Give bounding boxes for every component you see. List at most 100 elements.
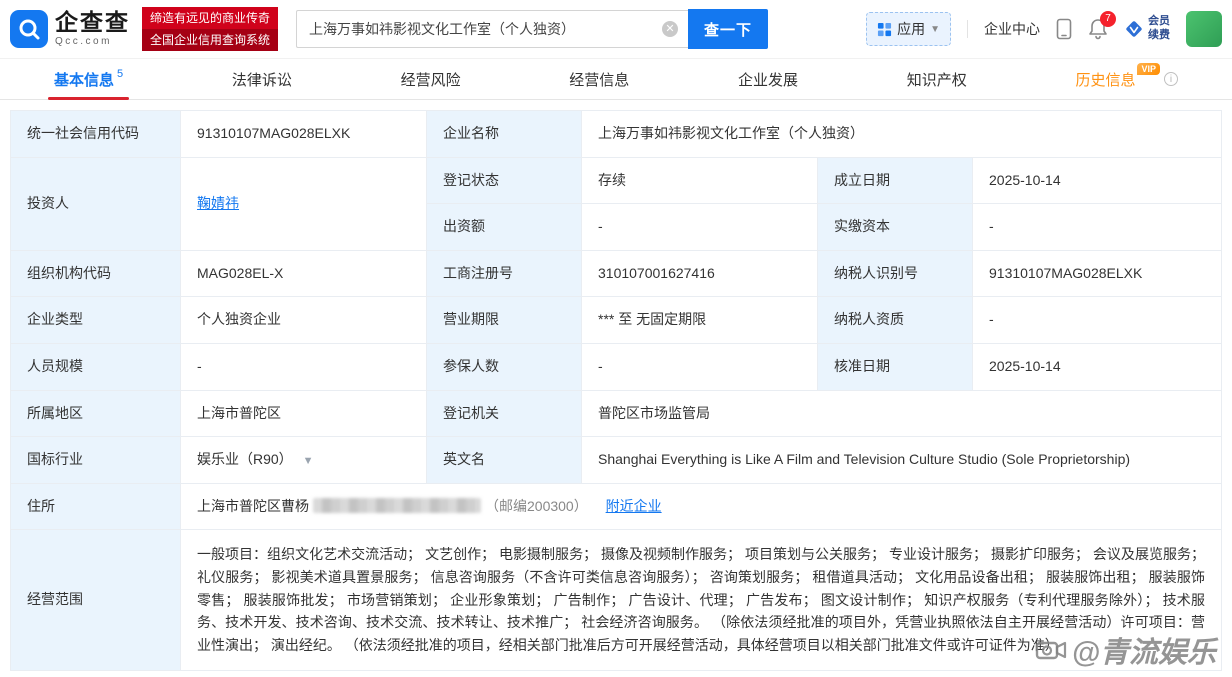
table-row: 统一社会信用代码 91310107MAG028ELXK 企业名称 上海万事如祎影… xyxy=(10,110,1222,158)
paid-capital-value: - xyxy=(972,203,1222,251)
search-input[interactable] xyxy=(296,10,689,48)
qcc-logo-icon xyxy=(10,10,48,48)
section-tabs: 基本信息 5 法律诉讼 经营风险 经营信息 企业发展 知识产权 历史信息 VIP… xyxy=(0,58,1232,100)
brand-slogan: 缔造有远见的商业传奇 全国企业信用查询系统 xyxy=(142,7,279,51)
reg-number-label: 工商注册号 xyxy=(426,249,582,298)
qcc-logo[interactable]: 企查查 Qcc.com xyxy=(10,10,130,48)
tab-legal-label: 法律诉讼 xyxy=(231,71,292,89)
tab-intellectual-property-label: 知识产权 xyxy=(906,71,967,89)
member-renew-button[interactable]: 会员 续费 xyxy=(1124,15,1170,43)
reg-status-label: 登记状态 xyxy=(426,156,582,205)
org-code-value: MAG028EL-X xyxy=(180,249,427,298)
paid-capital-label: 实缴资本 xyxy=(817,203,973,251)
tab-development-label: 企业发展 xyxy=(738,71,799,89)
member-line1: 会员 xyxy=(1148,15,1170,28)
business-scope-text: 一般项目：组织文化艺术交流活动； 文艺创作； 电影摄制服务； 摄像及视频制作服务… xyxy=(197,546,1205,654)
tab-basic-info-label: 基本信息 xyxy=(54,71,115,89)
english-name-label: 英文名 xyxy=(426,436,582,484)
search-box: ✕ xyxy=(296,10,689,48)
qcc-logo-text: 企查查 Qcc.com xyxy=(55,11,130,47)
address-redacted-blur xyxy=(313,497,481,513)
header-divider xyxy=(967,20,968,38)
table-row: 国标行业 娱乐业（R90） ▼ 英文名 Shanghai Everything … xyxy=(10,436,1222,484)
company-name-value: 上海万事如祎影视文化工作室（个人独资） xyxy=(581,110,1222,158)
contribution-value: - xyxy=(581,203,818,251)
logo-title: 企查查 xyxy=(55,9,130,35)
phone-icon xyxy=(1056,18,1072,40)
reg-status-value: 存续 xyxy=(581,156,818,205)
logo-subtitle: Qcc.com xyxy=(55,36,112,47)
english-name-value: Shanghai Everything is Like A Film and T… xyxy=(581,436,1222,484)
investor-link[interactable]: 鞠婧祎 xyxy=(197,195,239,211)
credit-code-label: 统一社会信用代码 xyxy=(10,110,181,158)
tab-basic-info[interactable]: 基本信息 5 xyxy=(48,59,130,100)
business-scope-label: 经营范围 xyxy=(10,529,181,671)
notifications-button[interactable]: 7 xyxy=(1088,11,1116,40)
member-line2: 续费 xyxy=(1148,29,1170,41)
established-value: 2025-10-14 xyxy=(972,156,1222,205)
reg-number-value: 310107001627416 xyxy=(581,249,818,298)
region-value: 上海市普陀区 xyxy=(180,389,427,438)
tab-legal[interactable]: 法律诉讼 xyxy=(226,59,298,99)
industry-text: 娱乐业（R90） xyxy=(197,451,293,468)
taxpayer-id-value: 91310107MAG028ELXK xyxy=(972,249,1222,298)
search-button[interactable]: 查一下 xyxy=(688,9,769,49)
tab-history-label: 历史信息 xyxy=(1075,71,1136,89)
taxpayer-quality-label: 纳税人资质 xyxy=(817,296,973,344)
top-header: 企查查 Qcc.com 缔造有远见的商业传奇 全国企业信用查询系统 ✕ 查一下 … xyxy=(0,0,1232,58)
company-type-label: 企业类型 xyxy=(10,296,181,344)
tab-operation-info[interactable]: 经营信息 xyxy=(563,59,635,99)
insured-count-value: - xyxy=(581,342,818,391)
enterprise-center-link[interactable]: 企业中心 xyxy=(984,19,1040,39)
apps-menu-button[interactable]: 应用 ▼ xyxy=(866,12,951,46)
tab-basic-info-count: 5 xyxy=(117,68,124,80)
staff-size-label: 人员规模 xyxy=(10,342,181,391)
table-row: 人员规模 - 参保人数 - 核准日期 2025-10-14 xyxy=(10,342,1222,391)
search-bar: ✕ 查一下 xyxy=(296,9,769,49)
table-row: 组织机构代码 MAG028EL-X 工商注册号 310107001627416 … xyxy=(10,249,1222,298)
org-code-label: 组织机构代码 xyxy=(10,249,181,298)
table-row: 所属地区 上海市普陀区 登记机关 普陀区市场监管局 xyxy=(10,389,1222,438)
user-avatar[interactable] xyxy=(1186,11,1222,47)
mobile-app-button[interactable] xyxy=(1056,18,1072,40)
business-scope-value: 一般项目：组织文化艺术交流活动； 文艺创作； 电影摄制服务； 摄像及视频制作服务… xyxy=(180,529,1222,671)
credit-code-value: 91310107MAG028ELXK xyxy=(180,110,427,158)
business-term-label: 营业期限 xyxy=(426,296,582,344)
tab-development[interactable]: 企业发展 xyxy=(732,59,804,99)
tab-history-info[interactable]: 历史信息 VIP i xyxy=(1069,59,1184,99)
staff-size-value: - xyxy=(180,342,427,391)
address-text: 上海市普陀区曹杨 xyxy=(197,497,309,514)
industry-expand-chevron-icon[interactable]: ▼ xyxy=(303,455,314,467)
member-crown-icon xyxy=(1126,21,1142,37)
slogan-line1: 缔造有远见的商业传奇 xyxy=(142,7,279,29)
investor-value: 鞠婧祎 xyxy=(180,156,427,251)
region-label: 所属地区 xyxy=(10,389,181,438)
table-row: 住所 上海市普陀区曹杨 （邮编200300） 附近企业 xyxy=(10,482,1222,531)
investor-label: 投资人 xyxy=(10,156,181,251)
clear-search-icon[interactable]: ✕ xyxy=(662,21,679,37)
table-row: 投资人 鞠婧祎 登记状态 存续 成立日期 2025-10-14 xyxy=(10,156,1222,251)
info-circle-icon: i xyxy=(1163,72,1178,86)
tab-operation-risk[interactable]: 经营风险 xyxy=(395,59,467,99)
established-label: 成立日期 xyxy=(817,156,973,205)
taxpayer-quality-value: - xyxy=(972,296,1222,344)
approval-date-label: 核准日期 xyxy=(817,342,973,391)
member-renew-label: 会员 续费 xyxy=(1148,15,1170,43)
industry-label: 国标行业 xyxy=(10,436,181,484)
approval-date-value: 2025-10-14 xyxy=(972,342,1222,391)
address-label: 住所 xyxy=(10,482,181,531)
notification-badge: 7 xyxy=(1100,11,1116,27)
reg-authority-value: 普陀区市场监管局 xyxy=(581,389,1222,438)
tab-intellectual-property[interactable]: 知识产权 xyxy=(901,59,973,99)
company-info-section: 统一社会信用代码 91310107MAG028ELXK 企业名称 上海万事如祎影… xyxy=(0,100,1232,677)
chevron-down-icon: ▼ xyxy=(930,23,940,35)
table-row: 经营范围 一般项目：组织文化艺术交流活动； 文艺创作； 电影摄制服务； 摄像及视… xyxy=(10,529,1222,671)
header-right-cluster: 应用 ▼ 企业中心 7 会员 续费 xyxy=(866,11,1222,47)
business-term-value: *** 至 无固定期限 xyxy=(581,296,818,344)
taxpayer-id-label: 纳税人识别号 xyxy=(817,249,973,298)
nearby-companies-link[interactable]: 附近企业 xyxy=(606,498,662,514)
address-postcode: （邮编200300） xyxy=(485,497,588,514)
apps-menu-label: 应用 xyxy=(897,21,926,37)
tab-operation-risk-label: 经营风险 xyxy=(400,71,461,89)
slogan-line2: 全国企业信用查询系统 xyxy=(142,29,279,51)
